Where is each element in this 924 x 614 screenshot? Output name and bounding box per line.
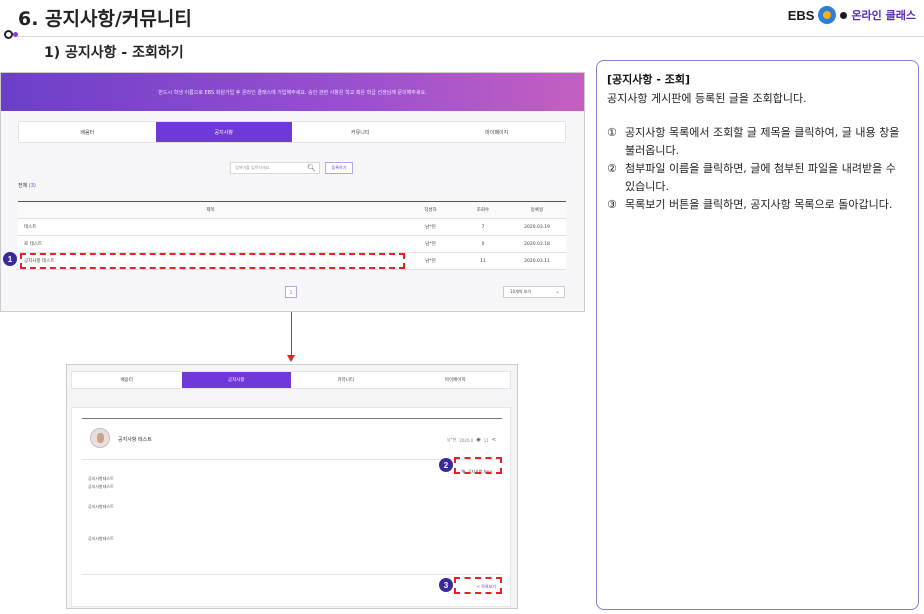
- panel-heading: [공지사항 - 조회]: [607, 73, 690, 86]
- row-writer: 남*현: [425, 225, 436, 230]
- step-item: ③ 목록보기 버튼을 클릭하면, 공지사항 목록으로 돌아갑니다.: [607, 196, 908, 214]
- step-item: ② 첨부파일 이름을 클릭하면, 글에 첨부된 파일을 내려받을 수 있습니다.: [607, 160, 908, 196]
- content-line: 공지사항테스트: [88, 476, 114, 481]
- table-row[interactable]: 테스트 남*현 7 2020.03.19: [18, 219, 566, 236]
- notice-list-screenshot: 반드시 학생 이름으로 EBS 회원가입 후 온라인 클래스에 가입해주세요. …: [0, 72, 585, 312]
- step-badge-2: 2: [439, 458, 453, 472]
- ebs-logo: EBS 온라인 클래스: [788, 6, 916, 24]
- tab-learning[interactable]: 배움터: [19, 122, 156, 142]
- logo-circle-icon: [818, 6, 837, 24]
- step-badge-1: 1: [3, 252, 17, 266]
- logo-ebs-text: EBS: [787, 7, 815, 23]
- table-row[interactable]: 로 테스트 남*현 0 2020.03.18: [18, 236, 566, 253]
- tab-community[interactable]: 커뮤니티: [292, 122, 429, 142]
- step-text: 첨부파일 이름을 클릭하면, 글에 첨부된 파일을 내려받을 수 있습니다.: [625, 162, 896, 193]
- row-date: 2020.03.18: [524, 241, 550, 247]
- highlight-list-button: [454, 577, 502, 594]
- post-writer: 남*현: [446, 437, 457, 442]
- post-views: 11: [483, 437, 489, 443]
- section-subtitle: 1) 공지사항 - 조회하기: [44, 45, 184, 61]
- tab-mypage[interactable]: 마이페이지: [429, 122, 566, 142]
- row-date: 2020.03.11: [524, 258, 550, 264]
- col-date: 등록일: [530, 208, 544, 213]
- row-views: 7: [481, 224, 485, 230]
- col-writer: 작성자: [424, 208, 437, 213]
- total-count: 전체 (3): [18, 182, 36, 189]
- page-size-select[interactable]: 10개씩 보기 ⌄: [503, 286, 565, 298]
- post-divider: [82, 459, 502, 460]
- register-button[interactable]: 등록하기: [325, 162, 353, 174]
- post-bottom-divider: [82, 574, 502, 575]
- highlight-attachment: [454, 457, 502, 474]
- flow-arrow-icon: [287, 355, 295, 362]
- logo-online-text: 온라인 클래스: [851, 9, 916, 22]
- chevron-down-icon: ⌄: [554, 288, 560, 295]
- tab-mypage[interactable]: 마이페이지: [401, 372, 511, 388]
- instruction-panel: [공지사항 - 조회] 공지사항 게시판에 등록된 글을 조회합니다. ① 공지사…: [596, 60, 919, 610]
- highlight-notice-row: [20, 253, 405, 269]
- page-title: 6. 공지사항/커뮤니티: [18, 8, 192, 30]
- avatar: [90, 428, 110, 448]
- step-number: ③: [607, 198, 617, 211]
- step-text: 목록보기 버튼을 클릭하면, 공지사항 목록으로 돌아갑니다.: [625, 198, 893, 211]
- step-item: ① 공지사항 목록에서 조회할 글 제목을 클릭하여, 글 내용 창을 불러옵니다…: [607, 124, 908, 160]
- share-icon[interactable]: <: [492, 437, 496, 443]
- search-icon[interactable]: 🔍︎: [307, 164, 316, 172]
- flow-arrow-line: [291, 312, 292, 355]
- row-views: 11: [480, 258, 486, 264]
- col-title: 제목: [206, 208, 215, 213]
- content-line: 공지사항테스트: [88, 536, 114, 541]
- tab-learning[interactable]: 배움터: [72, 372, 182, 388]
- step-text: 공지사항 목록에서 조회할 글 제목을 클릭하여, 글 내용 창을 불러옵니다.: [625, 126, 900, 157]
- notice-detail-screenshot: 배움터 공지사항 커뮤니티 마이페이지 공지사항 테스트 남*현 2020.0 …: [66, 364, 518, 609]
- banner-text: 반드시 학생 이름으로 EBS 회원가입 후 온라인 클래스에 가입해주세요. …: [158, 89, 427, 96]
- col-views: 조회수: [476, 208, 490, 213]
- row-title[interactable]: 로 테스트: [18, 241, 403, 247]
- detail-tabs: 배움터 공지사항 커뮤니티 마이페이지: [71, 371, 511, 389]
- row-title[interactable]: 테스트: [18, 224, 403, 230]
- post-card: 공지사항 테스트 남*현 2020.0 ◉ 11 < 📎︎ 공지사항.hwp 공…: [71, 407, 511, 607]
- page-size-value: 10개씩 보기: [510, 289, 532, 294]
- total-number: (3): [28, 183, 36, 189]
- main-tabs: 배움터 공지사항 커뮤니티 마이페이지: [18, 121, 566, 143]
- post-top-line: [82, 418, 502, 419]
- row-writer: 남*현: [425, 242, 436, 247]
- row-writer: 남*현: [425, 259, 436, 264]
- row-views: 0: [481, 241, 485, 247]
- post-date: 2020.0: [459, 437, 474, 443]
- search-placeholder: 검색어를 입력하세요.: [235, 165, 271, 170]
- pagination-page[interactable]: 1: [285, 286, 297, 298]
- search-input[interactable]: 검색어를 입력하세요. 🔍︎: [230, 162, 320, 174]
- panel-description: 공지사항 게시판에 등록된 글을 조회합니다.: [607, 92, 807, 105]
- step-badge-3: 3: [439, 578, 453, 592]
- tab-notice[interactable]: 공지사항: [155, 122, 292, 142]
- steps-list: ① 공지사항 목록에서 조회할 글 제목을 클릭하여, 글 내용 창을 불러옵니다…: [607, 124, 908, 214]
- logo-dot-icon: [840, 11, 848, 19]
- step-number: ②: [607, 162, 617, 175]
- title-divider: [18, 36, 924, 37]
- post-content: 공지사항테스트 공지사항테스트 공지사항테스트 공지사항테스트: [88, 475, 114, 543]
- content-line: 공지사항테스트: [88, 484, 114, 489]
- post-meta: 남*현 2020.0 ◉ 11 <: [447, 437, 496, 443]
- row-date: 2020.03.19: [524, 224, 550, 230]
- table-header: 제목 작성자 조회수 등록일: [18, 202, 566, 219]
- step-number: ①: [607, 126, 617, 139]
- tab-notice[interactable]: 공지사항: [181, 372, 291, 388]
- total-label: 전체: [18, 183, 28, 189]
- content-line: 공지사항테스트: [88, 504, 114, 509]
- post-title: 공지사항 테스트: [118, 437, 152, 443]
- bullet-icon: [4, 30, 20, 40]
- tab-community[interactable]: 커뮤니티: [291, 372, 401, 388]
- notice-banner: 반드시 학생 이름으로 EBS 회원가입 후 온라인 클래스에 가입해주세요. …: [1, 73, 584, 111]
- eye-icon: ◉: [476, 437, 481, 443]
